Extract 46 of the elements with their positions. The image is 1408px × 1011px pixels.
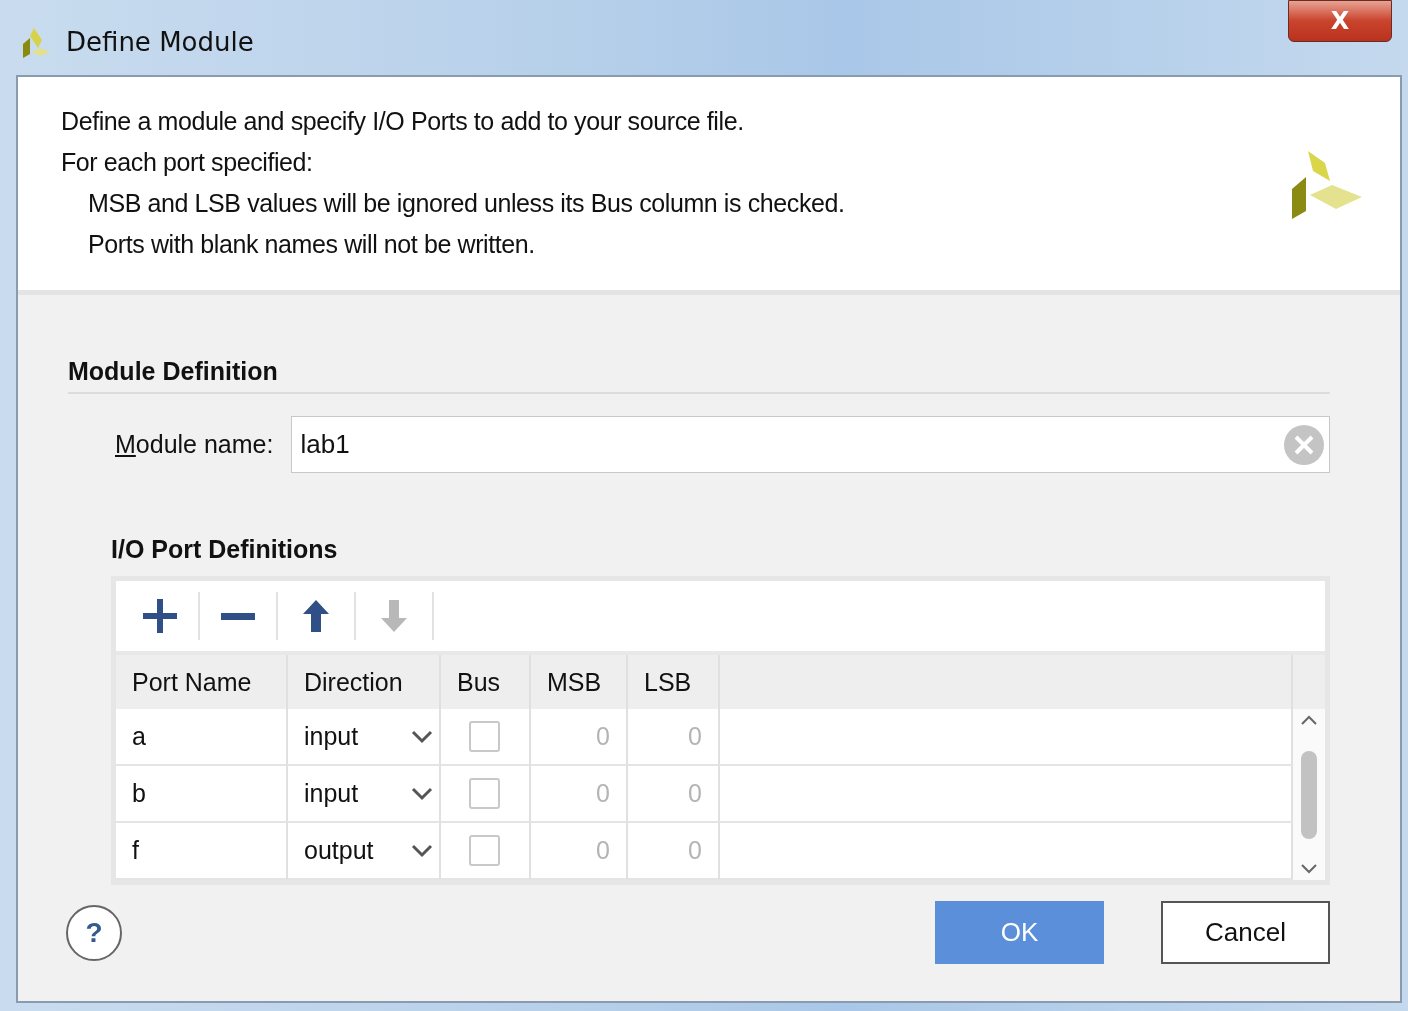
window-title: Define Module [66, 26, 255, 57]
chevron-down-icon [411, 843, 433, 858]
chevron-down-icon[interactable] [1300, 863, 1318, 874]
chevron-down-icon [411, 786, 433, 801]
table-cell: f [116, 823, 288, 880]
table-cell: a [116, 709, 288, 766]
description-text: Define a module and specify I/O Ports to add to your source file. [61, 106, 745, 137]
column-header[interactable]: Direction [288, 655, 441, 709]
cancel-button[interactable]: Cancel [1161, 901, 1330, 964]
module-name-input[interactable]: lab1 [298, 428, 1283, 461]
section-heading: I/O Port Definitions [111, 535, 339, 564]
chevron-down-icon [411, 729, 433, 744]
minus-icon [221, 612, 255, 620]
table-cell: 0 [628, 823, 720, 880]
logo-icon [1292, 151, 1362, 219]
module-name-field[interactable]: lab1 [291, 416, 1330, 473]
table-cell: 0 [628, 709, 720, 766]
field-label: Module name: [115, 430, 274, 459]
table-cell: b [116, 766, 288, 823]
direction-dropdown[interactable]: input [288, 766, 441, 823]
direction-dropdown[interactable]: input [288, 709, 441, 766]
description-text: Ports with blank names will not be written. [87, 229, 536, 260]
table-cell: 0 [531, 709, 628, 766]
column-header[interactable]: MSB [531, 655, 628, 709]
column-header[interactable]: LSB [628, 655, 720, 709]
arrow-down-icon [381, 600, 407, 632]
close-button[interactable]: X [1288, 0, 1392, 42]
scrollbar[interactable] [1293, 709, 1325, 880]
column-header[interactable]: Port Name [116, 655, 288, 709]
direction-dropdown[interactable]: output [288, 823, 441, 880]
table-cell: 0 [531, 766, 628, 823]
column-header[interactable]: Bus [441, 655, 531, 709]
bus-checkbox[interactable] [469, 835, 500, 866]
description-text: For each port specified: [61, 147, 314, 178]
bus-checkbox[interactable] [469, 721, 500, 752]
add-icon [143, 599, 177, 633]
clear-icon[interactable] [1283, 423, 1325, 466]
arrow-up-icon [303, 600, 329, 632]
bus-checkbox[interactable] [469, 778, 500, 809]
chevron-up-icon[interactable] [1300, 715, 1318, 726]
help-button[interactable]: ? [66, 904, 122, 961]
table-cell: 0 [628, 766, 720, 823]
section-heading: Module Definition [68, 357, 279, 387]
scrollbar-thumb[interactable] [1301, 750, 1317, 839]
description-text: MSB and LSB values will be ignored unless its Bus column is checked. [87, 188, 846, 219]
table-cell: 0 [531, 823, 628, 880]
